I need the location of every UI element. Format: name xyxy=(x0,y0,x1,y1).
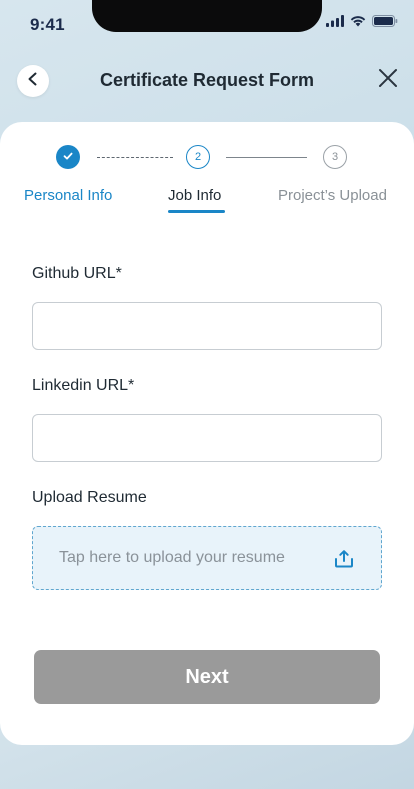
battery-icon xyxy=(372,15,398,27)
tab-projects-upload[interactable]: Project’s Upload xyxy=(278,187,387,204)
github-url-input[interactable] xyxy=(32,302,382,350)
step-1-completed[interactable] xyxy=(56,145,80,169)
status-time: 9:41 xyxy=(30,15,65,34)
upload-prompt: Tap here to upload your resume xyxy=(59,549,285,566)
signal-icon xyxy=(326,15,344,27)
close-button[interactable] xyxy=(376,68,400,92)
check-icon xyxy=(62,150,74,165)
form-card: 2 3 Personal Info Job Info Project’s Upl… xyxy=(0,122,414,745)
tab-personal-info[interactable]: Personal Info xyxy=(24,187,112,204)
tab-job-info[interactable]: Job Info xyxy=(168,187,221,204)
header: Certificate Request Form xyxy=(0,58,414,104)
step-connector-solid xyxy=(226,157,307,158)
linkedin-url-label: Linkedin URL* xyxy=(32,377,135,394)
stepper: 2 3 Personal Info Job Info Project’s Upl… xyxy=(0,122,414,222)
resume-upload-area[interactable]: Tap here to upload your resume xyxy=(32,526,382,590)
step-3-pending[interactable]: 3 xyxy=(323,145,347,169)
upload-resume-label: Upload Resume xyxy=(32,489,147,506)
close-icon xyxy=(378,68,398,93)
active-tab-indicator xyxy=(168,210,225,213)
step-connector-dashed xyxy=(97,157,173,158)
upload-icon[interactable] xyxy=(333,548,355,570)
wifi-icon xyxy=(350,15,366,27)
status-icons xyxy=(326,15,398,27)
status-bar: 9:41 xyxy=(0,0,414,50)
step-2-active[interactable]: 2 xyxy=(186,145,210,169)
device-notch xyxy=(92,0,322,32)
linkedin-url-input[interactable] xyxy=(32,414,382,462)
github-url-label: Github URL* xyxy=(32,265,122,282)
page-title: Certificate Request Form xyxy=(99,70,315,90)
next-button[interactable]: Next xyxy=(34,650,380,704)
